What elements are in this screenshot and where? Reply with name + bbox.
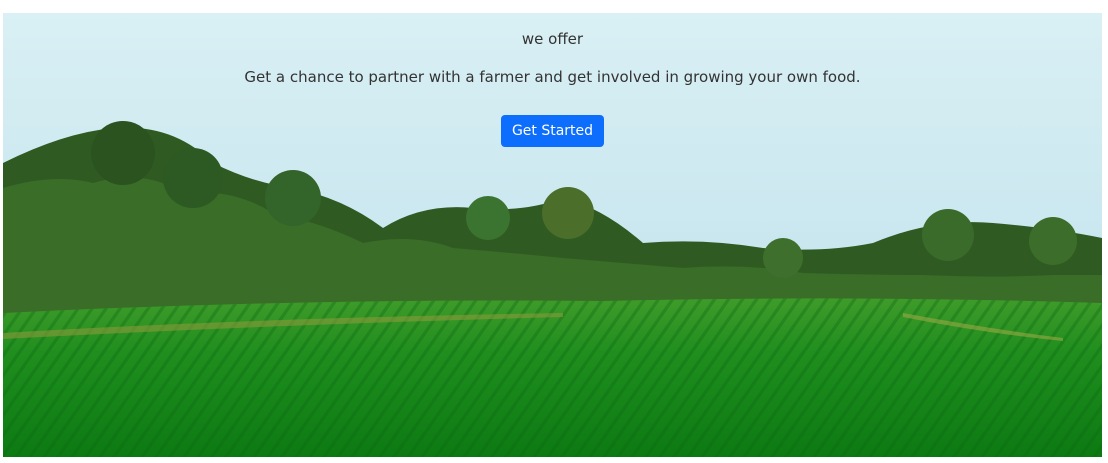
hero-tagline: Get a chance to partner with a farmer an… [244,68,861,86]
hero-eyebrow: we offer [521,30,584,48]
get-started-button[interactable]: Get Started [501,115,604,147]
hero-section: we offer Get a chance to partner with a … [3,13,1102,457]
